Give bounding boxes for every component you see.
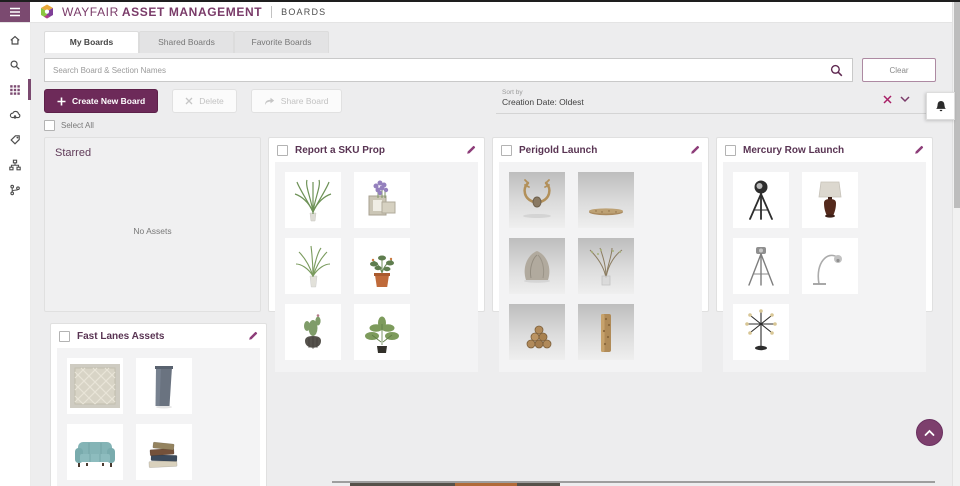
asset-thumbnail-plant-orange-pot[interactable]	[354, 238, 410, 294]
cloud-upload-icon	[9, 109, 21, 121]
home-icon	[9, 34, 21, 46]
board-title: Starred	[45, 138, 260, 159]
boards-grid-icon	[9, 84, 21, 96]
asset-thumbnail-trellis-rug[interactable]	[67, 358, 123, 414]
board-thumbnails-panel	[723, 162, 926, 372]
empty-state-text: No Assets	[45, 226, 260, 236]
board-title: Report a SKU Prop	[295, 145, 459, 156]
scroll-to-top-button[interactable]	[916, 419, 943, 446]
tab-favorite-boards[interactable]: Favorite Boards	[234, 31, 329, 53]
asset-thumbnail-log-column[interactable]	[578, 304, 634, 360]
asset-thumbnail-cactus-dark-vase[interactable]	[285, 304, 341, 360]
board-card: Fast Lanes Assets	[50, 323, 267, 486]
vertical-scrollbar[interactable]	[952, 0, 960, 486]
left-sidebar	[0, 22, 31, 486]
asset-thumbnail-plant-palm-white-pot[interactable]	[285, 238, 341, 294]
share-board-button[interactable]: Share Board	[251, 89, 342, 113]
top-bar: WAYFAIRASSET MANAGEMENT BOARDS	[0, 2, 960, 23]
board-thumbnails-panel	[57, 348, 260, 486]
x-icon	[185, 97, 193, 105]
tag-icon	[9, 134, 21, 146]
tab-shared-boards[interactable]: Shared Boards	[139, 31, 234, 53]
bell-icon	[935, 100, 947, 113]
board-title: Perigold Launch	[519, 145, 683, 156]
asset-thumbnail-antler-decor[interactable]	[509, 172, 565, 228]
board-checkbox[interactable]	[501, 145, 512, 156]
board-checkbox[interactable]	[59, 331, 70, 342]
sidebar-item-boards-grid[interactable]	[0, 77, 30, 102]
sidebar-item-sitemap[interactable]	[0, 152, 30, 177]
asset-thumbnail-teal-sofa[interactable]	[67, 424, 123, 480]
select-all-checkbox[interactable]	[44, 120, 55, 131]
hamburger-icon	[9, 7, 21, 17]
asset-thumbnail-tall-gray-planter[interactable]	[136, 358, 192, 414]
sidebar-item-cloud-upload[interactable]	[0, 102, 30, 127]
board-card: Mercury Row Launch	[716, 137, 933, 312]
sidebar-item-search[interactable]	[0, 52, 30, 77]
board-card: Perigold Launch	[492, 137, 709, 312]
branch-icon	[9, 184, 21, 196]
edit-board-pencil-icon[interactable]	[914, 145, 924, 155]
main-area: My Boards Shared Boards Favorite Boards …	[30, 22, 952, 486]
edit-board-pencil-icon[interactable]	[248, 331, 258, 341]
asset-thumbnail-book-stack[interactable]	[136, 424, 192, 480]
board-title: Mercury Row Launch	[743, 145, 907, 156]
chevron-down-icon[interactable]	[900, 96, 910, 103]
search-icon[interactable]	[830, 64, 843, 77]
board-card-starred: Starred No Assets	[44, 137, 261, 312]
page-title: BOARDS	[271, 6, 326, 18]
notifications-button[interactable]	[926, 92, 955, 120]
tab-my-boards[interactable]: My Boards	[44, 31, 139, 53]
asset-thumbnail-wood-chip-mat[interactable]	[578, 172, 634, 228]
board-checkbox[interactable]	[277, 145, 288, 156]
asset-thumbnail-driftwood-sculpture[interactable]	[509, 238, 565, 294]
asset-thumbnail-sputnik-lamp[interactable]	[733, 304, 789, 360]
clear-search-button[interactable]: Clear	[862, 58, 936, 82]
sitemap-icon	[9, 159, 21, 171]
clear-sort-icon[interactable]	[883, 95, 892, 104]
asset-thumbnail-tripod-spotlight-black[interactable]	[733, 172, 789, 228]
asset-thumbnail-plant-dracaena-white-pot[interactable]	[285, 172, 341, 228]
sort-by-label: Sort by	[502, 89, 936, 96]
edit-board-pencil-icon[interactable]	[690, 145, 700, 155]
hamburger-menu-button[interactable]	[0, 2, 30, 22]
search-box	[44, 58, 853, 82]
window-top-edge	[0, 0, 960, 2]
board-thumbnails-panel	[499, 162, 702, 372]
board-card: Report a SKU Prop	[268, 137, 485, 312]
asset-thumbnail-firewood-stack[interactable]	[509, 304, 565, 360]
board-title: Fast Lanes Assets	[77, 331, 241, 342]
delete-board-button[interactable]: Delete	[172, 89, 237, 113]
sidebar-item-tag[interactable]	[0, 127, 30, 152]
sort-by-select[interactable]: Sort by Creation Date: Oldest	[496, 86, 936, 114]
asset-thumbnail-branches-in-vase[interactable]	[578, 238, 634, 294]
sidebar-item-branch[interactable]	[0, 177, 30, 202]
asset-thumbnail-arc-floor-lamp[interactable]	[802, 238, 858, 294]
sidebar-item-home[interactable]	[0, 27, 30, 52]
plus-icon	[57, 97, 66, 106]
app-title: WAYFAIRASSET MANAGEMENT	[62, 5, 262, 19]
asset-thumbnail-plant-black-pot[interactable]	[354, 304, 410, 360]
create-new-board-button[interactable]: Create New Board	[44, 89, 158, 113]
search-input[interactable]	[45, 66, 830, 75]
boards-grid-row-1: Starred No Assets Report a SKU Prop Perigol…	[44, 137, 936, 312]
share-arrow-icon	[264, 97, 275, 106]
board-tabs: My Boards Shared Boards Favorite Boards	[44, 31, 936, 53]
select-all-label: Select All	[61, 121, 94, 130]
asset-thumbnail-table-lamp-drum-shade[interactable]	[802, 172, 858, 228]
board-checkbox[interactable]	[725, 145, 736, 156]
board-thumbnails-panel	[275, 162, 478, 372]
chevron-up-icon	[924, 429, 935, 437]
wayfair-logo-icon	[39, 4, 55, 20]
search-icon	[9, 59, 21, 71]
asset-thumbnail-lavender-with-frames[interactable]	[354, 172, 410, 228]
sort-by-value: Creation Date: Oldest	[502, 97, 936, 107]
asset-thumbnail-tripod-spotlight-silver[interactable]	[733, 238, 789, 294]
edit-board-pencil-icon[interactable]	[466, 145, 476, 155]
